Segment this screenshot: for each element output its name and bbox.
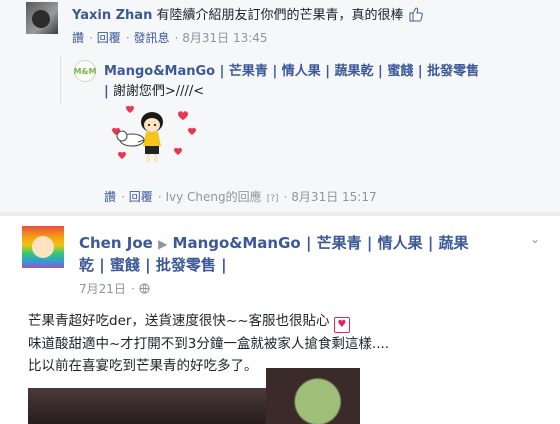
caret-right-icon: ▶	[158, 237, 168, 251]
reply-author-tags[interactable]: | 芒果青 | 情人果 | 蔬果乾 | 蜜餞 | 批發零售	[220, 64, 479, 79]
reply-actions: 讚 · 回覆 · Ivy Cheng的回應 [?] · 8月31日 15:17	[104, 190, 377, 204]
comment-author[interactable]: Yaxin Zhan	[72, 8, 152, 23]
reply-thread-line	[60, 56, 61, 104]
post-body: 芒果青超好吃der，送貨速度很快~~客服也很貼心 ♥ 味道酸甜適中~才打開不到3…	[28, 310, 389, 377]
reply-author[interactable]: Mango&ManGo	[104, 64, 215, 79]
post-text-line: 味道酸甜適中~才打開不到3分鐘一盒就被家人搶食剩這樣....	[28, 336, 390, 352]
post-timestamp[interactable]: 7月21日	[79, 282, 126, 296]
responder-help-link[interactable]: [?]	[267, 194, 279, 204]
avatar-chen-joe[interactable]	[22, 226, 64, 268]
post-meta: 7月21日 ·	[79, 278, 150, 297]
comment-body: Yaxin Zhan 有陸續介紹朋友訂你們的芒果青，真的很棒	[72, 4, 424, 26]
avatar-logo-text: M&M	[73, 66, 97, 76]
post-photo-mango	[266, 368, 360, 424]
post-author[interactable]: Chen Joe	[79, 234, 153, 252]
post-header-cont: 乾 | 蜜餞 | 批發零售 |	[79, 254, 227, 275]
reply-reply-link[interactable]: 回覆	[129, 190, 153, 204]
comment-timestamp[interactable]: 8月31日 13:45	[182, 31, 267, 45]
heart-icon: ♥	[333, 317, 350, 333]
reply-text: 謝謝您們>////<	[112, 84, 205, 99]
reply-author-line: Mango&ManGo | 芒果青 | 情人果 | 蔬果乾 | 蜜餞 | 批發零…	[104, 60, 479, 79]
comment-text: 有陸續介紹朋友訂你們的芒果青，真的很棒	[156, 8, 404, 23]
reply-author-tags-cont[interactable]: |	[104, 84, 109, 99]
avatar-mango-mango[interactable]: M&M	[74, 60, 96, 82]
avatar-yaxin-zhan[interactable]	[26, 2, 58, 34]
reply-like-link[interactable]: 讚	[104, 190, 116, 204]
responder-label: Ivy Cheng的回應	[165, 190, 262, 204]
thumbs-up-icon	[408, 6, 424, 26]
comment-thread: Yaxin Zhan 有陸續介紹朋友訂你們的芒果青，真的很棒 讚 · 回覆 · …	[0, 0, 560, 212]
post-card: Chen Joe ▶ Mango&ManGo | 芒果青 | 情人果 | 蔬果 …	[0, 216, 560, 424]
reply-timestamp[interactable]: 8月31日 15:17	[291, 190, 376, 204]
reply-link[interactable]: 回覆	[97, 31, 121, 45]
post-page-tags[interactable]: | 芒果青 | 情人果 | 蔬果	[306, 234, 469, 252]
post-page-tags-cont[interactable]: 乾 | 蜜餞 | 批發零售 |	[79, 256, 227, 274]
like-link[interactable]: 讚	[72, 31, 84, 45]
globe-icon[interactable]	[139, 282, 150, 296]
love-sticker	[104, 100, 200, 172]
chevron-down-icon[interactable]: ⌄	[530, 232, 540, 246]
comment-actions: 讚 · 回覆 · 發訊息 · 8月31日 13:45	[72, 31, 268, 45]
post-text-line: 芒果青超好吃der，送貨速度很快~~客服也很貼心 ♥	[28, 310, 389, 333]
reply-body: | 謝謝您們>////<	[104, 80, 204, 99]
message-link[interactable]: 發訊息	[134, 31, 170, 45]
post-page-name[interactable]: Mango&ManGo	[173, 234, 301, 252]
post-header: Chen Joe ▶ Mango&ManGo | 芒果青 | 情人果 | 蔬果	[79, 232, 469, 253]
